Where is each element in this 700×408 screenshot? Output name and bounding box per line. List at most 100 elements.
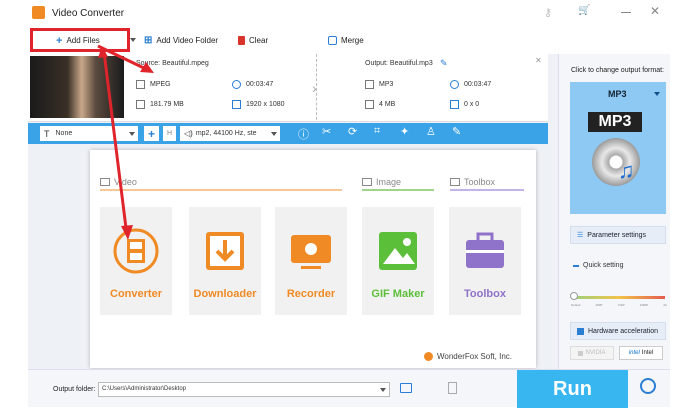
brand-footer: WonderFox Soft, Inc. xyxy=(424,352,512,361)
section-toolbox: Toolbox xyxy=(450,177,495,187)
intel-option[interactable]: intel Intel xyxy=(619,346,663,360)
speaker-icon: ◁) xyxy=(184,129,193,138)
slider-label: 480P xyxy=(595,303,603,307)
slider-handle[interactable] xyxy=(570,292,578,300)
section-toolbox-label: Toolbox xyxy=(464,177,496,187)
image-icon xyxy=(362,178,372,186)
section-toolbox-line xyxy=(450,189,524,191)
gif-maker-label: GIF Maker xyxy=(371,288,425,300)
run-label: Run xyxy=(553,377,592,400)
output-name: Output: Beautiful.mp3 xyxy=(365,60,433,67)
downloader-icon xyxy=(206,232,244,270)
alarm-clock-icon[interactable] xyxy=(640,378,656,394)
out-duration: 00:03:47 xyxy=(464,81,492,88)
cart-icon[interactable]: 🛒 xyxy=(578,5,590,17)
effects-icon[interactable]: ✦ xyxy=(400,125,409,138)
subtitle-settings-icon[interactable]: H xyxy=(163,126,176,141)
close-icon[interactable]: ✕ xyxy=(650,4,660,18)
output-format-panel: Click to change output format: MP3 MP3 ♫… xyxy=(558,54,670,369)
downloader-label: Downloader xyxy=(193,288,257,300)
audio-track-select[interactable]: ◁) mp2, 44100 Hz, ste xyxy=(180,126,280,141)
edit-subtitle-icon[interactable]: ✎ xyxy=(452,125,461,138)
src-size: 181.79 MB xyxy=(150,101,184,108)
crop-icon[interactable]: ⌗ xyxy=(374,125,380,138)
change-format-label: Click to change output format: xyxy=(571,67,664,74)
slider-label: 4K xyxy=(663,303,667,307)
clear-button[interactable]: Clear xyxy=(238,27,268,54)
edit-output-name-icon[interactable]: ✎ xyxy=(440,58,448,69)
open-output-icon[interactable] xyxy=(448,382,457,394)
toolbox-tile[interactable]: Toolbox xyxy=(449,207,521,315)
run-button[interactable]: Run xyxy=(517,370,628,408)
chevron-down-icon xyxy=(271,131,277,136)
output-format-value: MP3 xyxy=(608,89,627,99)
parameter-settings-label: Parameter settings xyxy=(587,231,647,239)
trash-icon xyxy=(238,36,245,45)
src-resolution-icon xyxy=(232,100,241,109)
out-size-icon xyxy=(365,100,374,109)
remove-file-icon[interactable]: ✕ xyxy=(535,56,542,65)
hardware-acceleration-button[interactable]: Hardware acceleration xyxy=(570,322,666,340)
nvidia-label: NVIDIA xyxy=(585,350,606,356)
subtitle-value: None xyxy=(55,130,73,137)
add-subtitle-button[interactable]: + xyxy=(144,126,159,141)
mp3-format-icon-label: MP3 xyxy=(588,112,642,132)
subtitle-icon: T xyxy=(44,128,50,139)
out-resolution-icon xyxy=(450,100,459,109)
src-duration-icon xyxy=(232,80,241,89)
add-video-folder-label: Add Video Folder xyxy=(156,36,219,45)
output-format-selector[interactable]: MP3 MP3 ♫ xyxy=(570,82,666,214)
chip-icon xyxy=(577,327,584,335)
mp3-format-icon: MP3 ♫ xyxy=(588,112,648,198)
src-resolution: 1920 x 1080 xyxy=(246,101,285,108)
out-format: MP3 xyxy=(379,81,394,88)
quick-setting-slider[interactable] xyxy=(573,296,665,299)
section-image: Image xyxy=(362,177,401,187)
wonderfox-logo-icon xyxy=(424,352,433,361)
intel-label: Intel xyxy=(641,350,654,356)
title-bar: Video Converter ⚷ 🛒 ✕ xyxy=(0,0,700,26)
watermark-icon[interactable]: ♙ xyxy=(426,125,436,138)
recorder-tile[interactable]: Recorder xyxy=(275,207,347,315)
cut-icon[interactable]: ✂ xyxy=(322,125,331,138)
toolbox-label: Toolbox xyxy=(464,288,506,300)
section-image-label: Image xyxy=(376,177,402,187)
settings-icon: ☰ xyxy=(577,232,584,239)
rotate-icon[interactable]: ⟳ xyxy=(348,125,357,138)
toolbox-icon xyxy=(466,232,504,268)
out-resolution: 0 x 0 xyxy=(464,101,480,108)
brand-label: WonderFox Soft, Inc. xyxy=(437,352,512,361)
src-duration: 00:03:47 xyxy=(246,81,274,88)
music-note-icon: ♫ xyxy=(618,158,635,183)
section-image-line xyxy=(362,189,434,191)
toolbox-small-icon xyxy=(450,178,460,186)
output-folder-value: C:\Users\Administrator\Desktop xyxy=(102,386,187,392)
browse-folder-icon[interactable] xyxy=(400,383,412,393)
nvidia-option[interactable]: NVIDIA xyxy=(570,346,614,360)
output-folder-label: Output folder: xyxy=(53,386,96,393)
slider-label: 1080P xyxy=(639,303,649,307)
bottom-bar: Output folder: C:\Users\Administrator\De… xyxy=(28,369,670,408)
minimize-icon[interactable] xyxy=(621,12,631,13)
slider-label: Default xyxy=(571,303,581,307)
merge-button[interactable]: Merge xyxy=(328,27,364,54)
recorder-icon xyxy=(291,235,331,269)
folder-dropdown-icon[interactable] xyxy=(380,388,386,392)
recorder-label: Recorder xyxy=(286,288,336,300)
merge-label: Merge xyxy=(341,36,364,45)
gif-maker-tile[interactable]: GIF Maker xyxy=(362,207,434,315)
chevron-down-icon xyxy=(654,92,660,96)
hardware-acceleration-label: Hardware acceleration xyxy=(588,327,659,335)
parameter-settings-button[interactable]: ☰ Parameter settings xyxy=(570,226,666,244)
clear-label: Clear xyxy=(249,36,269,45)
app-logo-icon xyxy=(32,6,45,19)
output-folder-input[interactable]: C:\Users\Administrator\Desktop xyxy=(98,382,390,397)
app-title: Video Converter xyxy=(52,8,125,19)
quick-setting-label: Quick setting xyxy=(583,262,624,269)
key-icon[interactable]: ⚷ xyxy=(544,6,556,19)
downloader-tile[interactable]: Downloader xyxy=(189,207,261,315)
merge-icon xyxy=(328,36,337,45)
slider-label: 720P xyxy=(617,303,625,307)
src-format: MPEG xyxy=(150,81,171,88)
info-icon[interactable]: ⓘ xyxy=(298,126,309,142)
